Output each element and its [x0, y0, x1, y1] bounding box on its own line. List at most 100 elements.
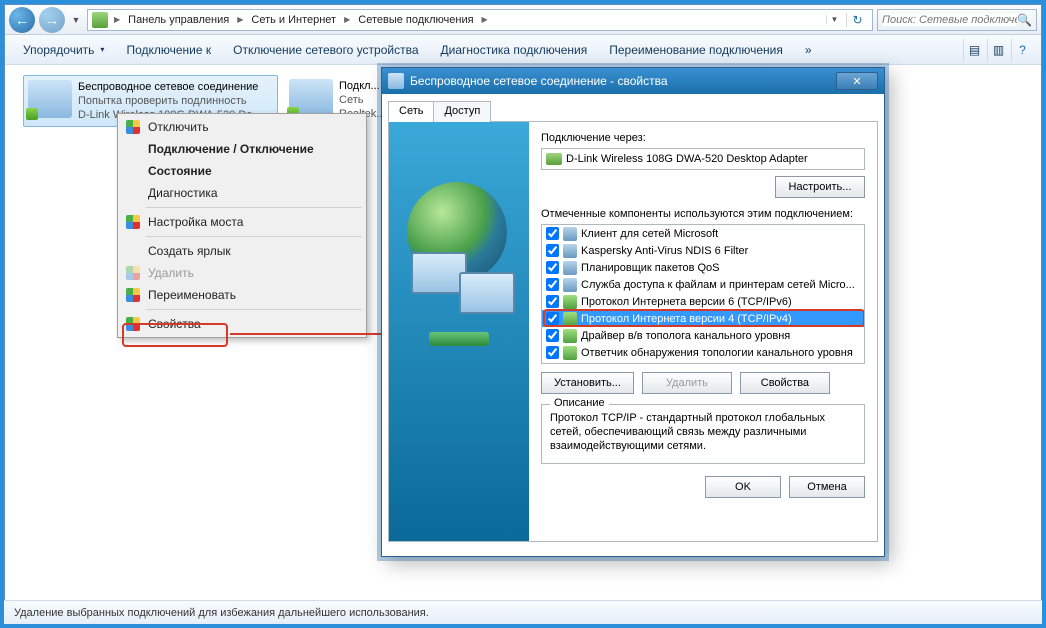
- connect-via-label: Подключение через:: [541, 132, 865, 144]
- location-icon: [92, 12, 108, 28]
- command-bar: Упорядочить Подключение к Отключение сет…: [5, 35, 1041, 65]
- device-icon: [429, 332, 489, 346]
- client-icon: [563, 227, 577, 241]
- ctx-diagnose[interactable]: Диагностика: [120, 182, 364, 204]
- properties-dialog: Беспроводное сетевое соединение - свойст…: [381, 67, 885, 557]
- dialog-titlebar[interactable]: Беспроводное сетевое соединение - свойст…: [382, 68, 884, 94]
- list-item[interactable]: Ответчик обнаружения топологии канальног…: [542, 344, 864, 361]
- components-list[interactable]: Клиент для сетей Microsoft Kaspersky Ant…: [541, 224, 865, 364]
- preview-pane-icon[interactable]: ▥: [987, 39, 1009, 61]
- ctx-create-shortcut[interactable]: Создать ярлык: [120, 240, 364, 262]
- chevron-right-icon[interactable]: ▶: [235, 15, 245, 24]
- list-item[interactable]: Драйвер в/в тополога канального уровня: [542, 327, 864, 344]
- search-icon[interactable]: 🔍: [1017, 13, 1032, 27]
- menu-separator: [146, 309, 362, 310]
- search-box[interactable]: 🔍: [877, 9, 1037, 31]
- properties-button[interactable]: Свойства: [740, 372, 830, 394]
- service-icon: [563, 244, 577, 258]
- checkbox[interactable]: [546, 295, 559, 308]
- breadcrumb-control-panel[interactable]: Панель управления: [126, 14, 231, 26]
- chevron-right-icon[interactable]: ▶: [480, 15, 490, 24]
- list-item[interactable]: Протокол Интернета версии 6 (TCP/IPv6): [542, 293, 864, 310]
- checkbox[interactable]: [546, 261, 559, 274]
- shield-icon: [126, 317, 140, 331]
- shield-icon: [126, 215, 140, 229]
- configure-button[interactable]: Настроить...: [775, 176, 865, 198]
- service-icon: [563, 278, 577, 292]
- checkbox[interactable]: [546, 278, 559, 291]
- connection-title: Беспроводное сетевое соединение: [78, 80, 262, 94]
- connection-title: Подкл...: [339, 79, 385, 93]
- protocol-icon: [563, 346, 577, 360]
- breadcrumb-network-connections[interactable]: Сетевые подключения: [356, 14, 475, 26]
- address-bar[interactable]: ▶ Панель управления ▶ Сеть и Интернет ▶ …: [87, 9, 873, 31]
- description-legend: Описание: [550, 397, 609, 409]
- checkbox[interactable]: [546, 244, 559, 257]
- address-dropdown-icon[interactable]: ▼: [826, 15, 842, 24]
- tab-panel: Подключение через: D-Link Wireless 108G …: [388, 122, 878, 542]
- menu-separator: [146, 207, 362, 208]
- search-input[interactable]: [882, 14, 1017, 26]
- list-item[interactable]: Планировщик пакетов QoS: [542, 259, 864, 276]
- dialog-sidebar-art: [389, 122, 529, 541]
- connect-to-button[interactable]: Подключение к: [116, 39, 221, 61]
- nav-history-dropdown[interactable]: ▼: [69, 9, 83, 31]
- uninstall-button: Удалить: [642, 372, 732, 394]
- diagnose-button[interactable]: Диагностика подключения: [431, 39, 598, 61]
- ctx-status[interactable]: Состояние: [120, 160, 364, 182]
- tab-network[interactable]: Сеть: [388, 101, 434, 122]
- content-area: Беспроводное сетевое соединение Попытка …: [5, 65, 1041, 593]
- ctx-properties[interactable]: Свойства: [120, 313, 364, 335]
- nav-forward-button[interactable]: →: [39, 7, 65, 33]
- ctx-disable[interactable]: Отключить: [120, 116, 364, 138]
- ok-button[interactable]: OK: [705, 476, 781, 498]
- adapter-icon: [388, 73, 404, 89]
- shield-icon: [126, 120, 140, 134]
- menu-separator: [146, 236, 362, 237]
- rename-connection-button[interactable]: Переименование подключения: [599, 39, 793, 61]
- tab-strip: Сеть Доступ: [388, 100, 878, 122]
- list-item[interactable]: Служба доступа к файлам и принтерам сете…: [542, 276, 864, 293]
- help-icon[interactable]: ?: [1011, 39, 1033, 61]
- tab-access[interactable]: Доступ: [433, 101, 491, 122]
- ctx-connect-disconnect[interactable]: Подключение / Отключение: [120, 138, 364, 160]
- checkbox[interactable]: [546, 312, 559, 325]
- organize-menu[interactable]: Упорядочить: [13, 39, 114, 61]
- protocol-icon: [563, 312, 577, 326]
- service-icon: [563, 261, 577, 275]
- context-menu: Отключить Подключение / Отключение Состо…: [117, 113, 367, 338]
- shield-icon: [126, 288, 140, 302]
- explorer-window: ← → ▼ ▶ Панель управления ▶ Сеть и Интер…: [4, 4, 1042, 624]
- nav-back-button[interactable]: ←: [9, 7, 35, 33]
- ctx-rename[interactable]: Переименовать: [120, 284, 364, 306]
- tab-content: Подключение через: D-Link Wireless 108G …: [529, 122, 877, 541]
- view-options-icon[interactable]: ▤: [963, 39, 985, 61]
- protocol-icon: [563, 295, 577, 309]
- chevron-right-icon[interactable]: ▶: [342, 15, 352, 24]
- list-item[interactable]: Kaspersky Anti-Virus NDIS 6 Filter: [542, 242, 864, 259]
- status-text: Удаление выбранных подключений для избеж…: [14, 607, 429, 619]
- connection-status-text: Сеть: [339, 93, 385, 107]
- cancel-button[interactable]: Отмена: [789, 476, 865, 498]
- ctx-delete: Удалить: [120, 262, 364, 284]
- install-button[interactable]: Установить...: [541, 372, 634, 394]
- status-bar: Удаление выбранных подключений для избеж…: [4, 600, 1042, 624]
- monitor-icon: [459, 272, 515, 314]
- address-bar-row: ← → ▼ ▶ Панель управления ▶ Сеть и Интер…: [5, 5, 1041, 35]
- adapter-name: D-Link Wireless 108G DWA-520 Desktop Ada…: [566, 153, 808, 165]
- ctx-bridge[interactable]: Настройка моста: [120, 211, 364, 233]
- chevron-right-icon[interactable]: ▶: [112, 15, 122, 24]
- toolbar-overflow[interactable]: »: [795, 39, 822, 61]
- breadcrumb-network-internet[interactable]: Сеть и Интернет: [249, 14, 338, 26]
- checkbox[interactable]: [546, 346, 559, 359]
- nic-icon: [546, 153, 562, 165]
- close-button[interactable]: ✕: [836, 72, 878, 90]
- list-item-ipv4[interactable]: Протокол Интернета версии 4 (TCP/IPv4): [542, 310, 864, 327]
- checkbox[interactable]: [546, 227, 559, 240]
- disable-device-button[interactable]: Отключение сетевого устройства: [223, 39, 428, 61]
- components-label: Отмеченные компоненты используются этим …: [541, 208, 865, 220]
- checkbox[interactable]: [546, 329, 559, 342]
- refresh-icon[interactable]: ↻: [846, 13, 868, 27]
- shield-icon: [126, 266, 140, 280]
- list-item[interactable]: Клиент для сетей Microsoft: [542, 225, 864, 242]
